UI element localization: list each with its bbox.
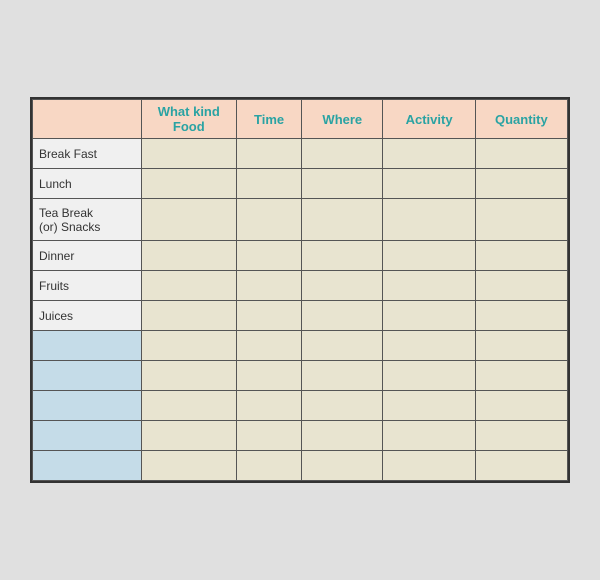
row-label-1: Lunch <box>33 169 142 199</box>
data-cell-5-0[interactable] <box>141 301 236 331</box>
data-cell-10-4[interactable] <box>475 451 567 481</box>
data-cell-10-0[interactable] <box>141 451 236 481</box>
data-cell-6-1[interactable] <box>237 331 302 361</box>
data-cell-3-1[interactable] <box>237 241 302 271</box>
data-cell-1-1[interactable] <box>237 169 302 199</box>
food-diary-table: What kind Food Time Where Activity Quant… <box>30 97 570 483</box>
header-time: Time <box>237 100 302 139</box>
data-cell-3-2[interactable] <box>302 241 383 271</box>
row-label-10 <box>33 451 142 481</box>
data-cell-10-1[interactable] <box>237 451 302 481</box>
data-cell-4-4[interactable] <box>475 271 567 301</box>
data-cell-3-0[interactable] <box>141 241 236 271</box>
data-cell-4-1[interactable] <box>237 271 302 301</box>
data-cell-0-2[interactable] <box>302 139 383 169</box>
data-cell-5-4[interactable] <box>475 301 567 331</box>
row-label-3: Dinner <box>33 241 142 271</box>
header-quantity: Quantity <box>475 100 567 139</box>
data-cell-7-3[interactable] <box>383 361 475 391</box>
data-cell-2-1[interactable] <box>237 199 302 241</box>
data-cell-0-0[interactable] <box>141 139 236 169</box>
data-cell-7-2[interactable] <box>302 361 383 391</box>
data-cell-1-2[interactable] <box>302 169 383 199</box>
data-cell-2-2[interactable] <box>302 199 383 241</box>
data-cell-9-4[interactable] <box>475 421 567 451</box>
data-cell-5-3[interactable] <box>383 301 475 331</box>
data-cell-8-1[interactable] <box>237 391 302 421</box>
data-cell-6-0[interactable] <box>141 331 236 361</box>
row-label-0: Break Fast <box>33 139 142 169</box>
data-cell-5-2[interactable] <box>302 301 383 331</box>
data-cell-9-3[interactable] <box>383 421 475 451</box>
header-where: Where <box>302 100 383 139</box>
data-cell-8-3[interactable] <box>383 391 475 421</box>
row-label-4: Fruits <box>33 271 142 301</box>
data-cell-0-4[interactable] <box>475 139 567 169</box>
row-label-5: Juices <box>33 301 142 331</box>
data-cell-9-1[interactable] <box>237 421 302 451</box>
data-cell-2-0[interactable] <box>141 199 236 241</box>
data-cell-9-2[interactable] <box>302 421 383 451</box>
data-cell-6-4[interactable] <box>475 331 567 361</box>
data-cell-8-4[interactable] <box>475 391 567 421</box>
row-label-7 <box>33 361 142 391</box>
data-cell-9-0[interactable] <box>141 421 236 451</box>
data-cell-1-0[interactable] <box>141 169 236 199</box>
data-cell-4-3[interactable] <box>383 271 475 301</box>
data-cell-4-0[interactable] <box>141 271 236 301</box>
data-cell-1-4[interactable] <box>475 169 567 199</box>
data-cell-8-0[interactable] <box>141 391 236 421</box>
data-cell-6-2[interactable] <box>302 331 383 361</box>
data-cell-10-2[interactable] <box>302 451 383 481</box>
data-cell-2-4[interactable] <box>475 199 567 241</box>
data-cell-8-2[interactable] <box>302 391 383 421</box>
data-cell-5-1[interactable] <box>237 301 302 331</box>
data-cell-3-3[interactable] <box>383 241 475 271</box>
data-cell-1-3[interactable] <box>383 169 475 199</box>
header-activity: Activity <box>383 100 475 139</box>
header-what-kind: What kind Food <box>141 100 236 139</box>
data-cell-0-1[interactable] <box>237 139 302 169</box>
header-empty <box>33 100 142 139</box>
data-cell-10-3[interactable] <box>383 451 475 481</box>
row-label-8 <box>33 391 142 421</box>
data-cell-3-4[interactable] <box>475 241 567 271</box>
data-cell-7-4[interactable] <box>475 361 567 391</box>
data-cell-2-3[interactable] <box>383 199 475 241</box>
data-cell-7-0[interactable] <box>141 361 236 391</box>
data-cell-4-2[interactable] <box>302 271 383 301</box>
data-cell-0-3[interactable] <box>383 139 475 169</box>
row-label-9 <box>33 421 142 451</box>
row-label-6 <box>33 331 142 361</box>
data-cell-7-1[interactable] <box>237 361 302 391</box>
row-label-2: Tea Break (or) Snacks <box>33 199 142 241</box>
data-cell-6-3[interactable] <box>383 331 475 361</box>
